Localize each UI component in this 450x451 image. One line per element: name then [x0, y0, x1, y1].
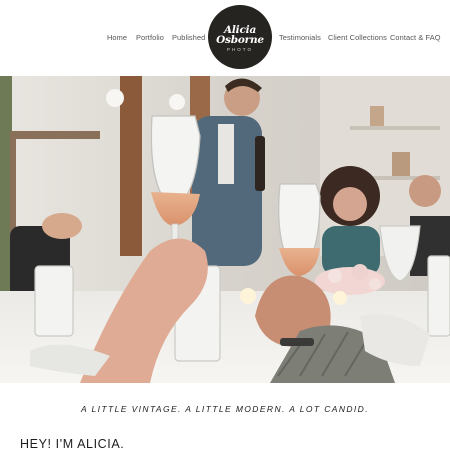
site-tagline: A LITTLE VINTAGE. A LITTLE MODERN. A LOT… [81, 404, 369, 414]
site-header: Home Portfolio Published Alicia Osborne … [0, 0, 450, 76]
nav-link-published[interactable]: Published [172, 33, 205, 42]
nav-link-home[interactable]: Home [107, 33, 127, 42]
hero-photo-illustration [0, 76, 450, 383]
logo-line-2: Osborne [216, 34, 264, 46]
nav-link-client-collections[interactable]: Client Collections [328, 33, 387, 42]
hero-image [0, 76, 450, 383]
nav-link-testimonials[interactable]: Testimonials [279, 33, 321, 42]
logo-line-3: PHOTO [227, 47, 253, 52]
nav-link-portfolio[interactable]: Portfolio [136, 33, 164, 42]
intro-heading: HEY! I'M ALICIA. [20, 437, 125, 451]
site-logo[interactable]: Alicia Osborne PHOTO [208, 5, 272, 69]
nav-link-contact-faq[interactable]: Contact & FAQ [390, 33, 441, 42]
